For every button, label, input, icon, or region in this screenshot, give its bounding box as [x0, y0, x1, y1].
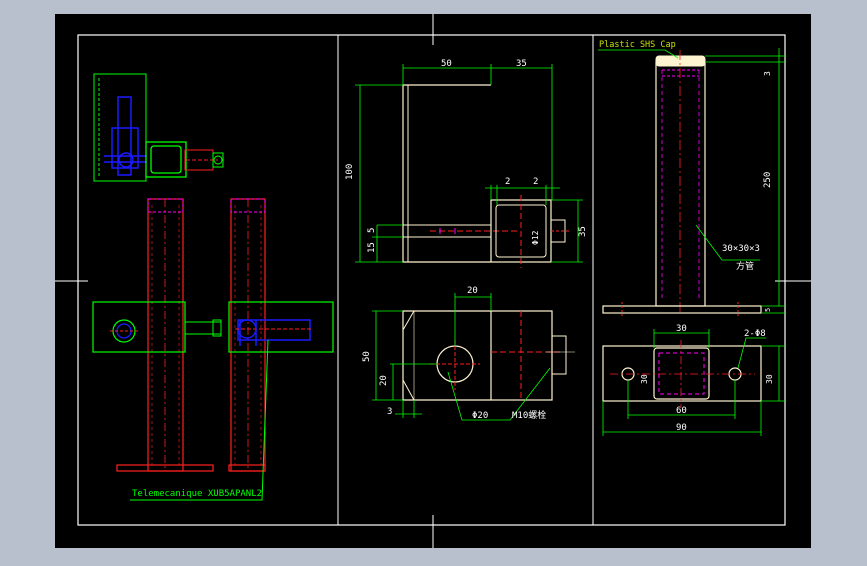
holes-label: 2-Φ8: [744, 329, 766, 339]
dim-plan-top: 20: [467, 286, 478, 296]
dim-right-a: 35: [578, 226, 588, 237]
drawing-canvas: Telemecanique XUB5APANL2 50 35 100 2 2 5…: [55, 14, 811, 548]
dim-base-width: 30: [676, 324, 687, 334]
dim-pin-dia: Φ12: [531, 230, 540, 245]
tube-name-label: 方管: [736, 260, 754, 272]
tube-spec-label: 30×30×3: [722, 244, 760, 254]
hole-dia-label: Φ20: [472, 411, 488, 421]
cad-viewport[interactable]: Telemecanique XUB5APANL2 50 35 100 2 2 5…: [0, 0, 867, 562]
dim-plate-right: 30: [765, 374, 774, 384]
dim-plate-width: 60: [676, 406, 687, 416]
dim-height: 100: [345, 164, 355, 180]
dim-top-b: 35: [516, 59, 527, 69]
dim-cap-thickness: 3: [763, 71, 772, 76]
dim-base-thickness: 5: [764, 308, 772, 312]
dim-gap-a: 2: [505, 177, 510, 187]
dim-left-b: 15: [367, 242, 377, 253]
plastic-cap-label: Plastic SHS Cap: [599, 40, 676, 50]
bolt-label: M10螺栓: [512, 409, 546, 421]
dim-plate-height: 30: [640, 374, 649, 384]
dim-gap-b: 2: [533, 177, 538, 187]
dim-top-a: 50: [441, 59, 452, 69]
dim-plan-b: 3: [387, 407, 392, 417]
dim-tube-length: 250: [763, 172, 773, 188]
dim-plan-height: 50: [362, 351, 372, 362]
dim-plate-total: 90: [676, 423, 687, 433]
telemecanique-label: Telemecanique XUB5APANL2: [132, 489, 262, 499]
dim-left-a: 5: [367, 228, 377, 233]
drawing-sheet: [55, 14, 811, 548]
dim-plan-a: 20: [379, 375, 389, 386]
